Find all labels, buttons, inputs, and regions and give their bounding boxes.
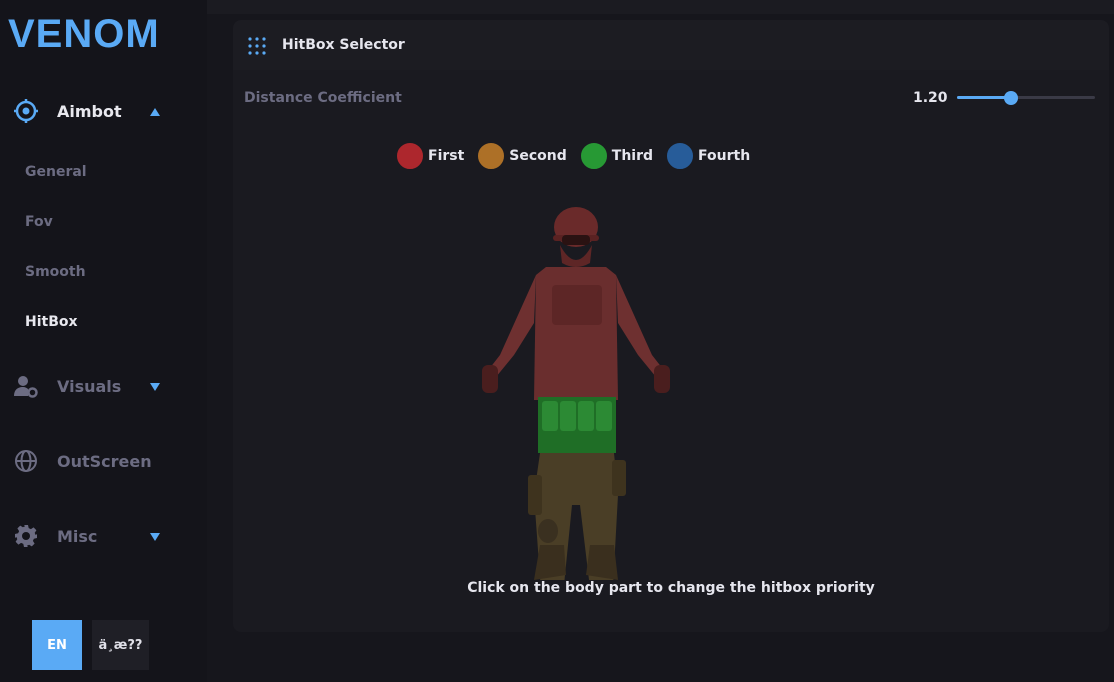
- nav-misc-label: Misc: [57, 526, 98, 546]
- globe-icon: [14, 449, 38, 473]
- legend-second-label: Second: [509, 148, 567, 164]
- gear-icon: [14, 524, 38, 548]
- hitbox-upper-body[interactable]: [482, 267, 670, 400]
- lang-en-button[interactable]: EN: [32, 620, 82, 670]
- app-logo: VENOM: [8, 12, 160, 56]
- distance-coefficient-slider[interactable]: [957, 91, 1095, 105]
- slider-thumb[interactable]: [1003, 91, 1018, 105]
- sub-item-fov[interactable]: Fov: [25, 214, 53, 230]
- legend-first-dot: [397, 143, 423, 169]
- distance-coefficient-value: 1.20: [913, 90, 948, 106]
- panel-title: HitBox Selector: [282, 37, 405, 53]
- caret-down-icon: [148, 529, 162, 543]
- caret-up-icon: [148, 104, 162, 118]
- nav-misc[interactable]: Misc: [14, 521, 174, 551]
- legend-fourth-label: Fourth: [698, 148, 751, 164]
- sub-item-smooth[interactable]: Smooth: [25, 264, 86, 280]
- crosshair-icon: [14, 99, 38, 123]
- top-bar: [207, 0, 1114, 14]
- hitbox-panel: Distance Coefficient 1.20 First Second T…: [233, 70, 1109, 632]
- lang-other-button[interactable]: ä¸­æ??: [92, 620, 149, 670]
- nav-visuals-label: Visuals: [57, 376, 122, 396]
- nav-outscreen-label: OutScreen: [57, 451, 152, 471]
- legend-third-dot: [580, 143, 607, 169]
- legend-first: First: [397, 143, 464, 169]
- hitbox-hint-text: Click on the body part to change the hit…: [467, 580, 875, 596]
- priority-legend: First Second Third Fourth: [397, 143, 764, 169]
- character-figure: [482, 207, 670, 580]
- user-gear-icon: [14, 374, 38, 398]
- hitbox-stomach[interactable]: [538, 397, 616, 453]
- sub-item-general[interactable]: General: [25, 164, 87, 180]
- hitbox-head[interactable]: [553, 207, 599, 267]
- distance-coefficient-label: Distance Coefficient: [244, 90, 402, 106]
- legend-second: Second: [478, 143, 567, 169]
- nav-outscreen[interactable]: OutScreen: [14, 446, 174, 476]
- slider-fill: [957, 96, 1011, 99]
- sidebar: VENOM Aimbot General Fov Smooth HitBox V…: [0, 0, 207, 682]
- nav-aimbot[interactable]: Aimbot: [14, 96, 174, 126]
- panel-header: HitBox Selector: [233, 20, 1109, 70]
- sub-item-hitbox[interactable]: HitBox: [25, 314, 78, 330]
- legend-third: Third: [580, 143, 654, 169]
- legend-fourth-dot: [667, 143, 694, 169]
- legend-second-dot: [478, 143, 505, 169]
- nav-aimbot-label: Aimbot: [57, 101, 122, 121]
- legend-fourth: Fourth: [667, 143, 750, 169]
- legend-first-label: First: [428, 148, 465, 164]
- nav-visuals[interactable]: Visuals: [14, 371, 174, 401]
- legend-third-label: Third: [611, 148, 654, 164]
- caret-down-icon: [148, 379, 162, 393]
- grid-dots-icon: [247, 36, 267, 56]
